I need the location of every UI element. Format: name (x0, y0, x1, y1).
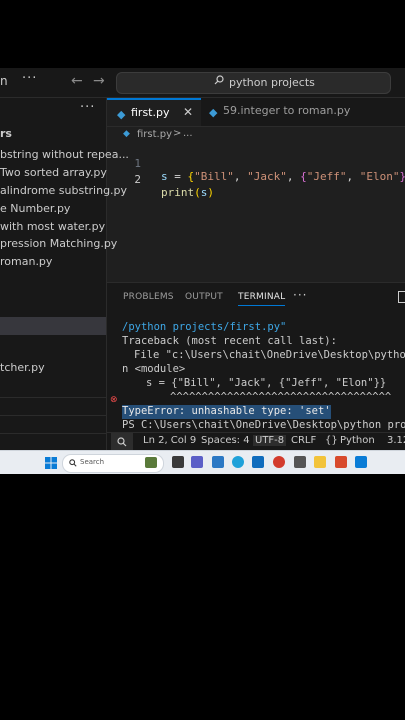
vscode-window: n ··· ← → python projects ··· rs bstring… (0, 68, 405, 474)
python-version[interactable]: 3.12.0 (387, 435, 405, 446)
panel-more-icon[interactable]: ··· (293, 288, 307, 302)
terminal-line: ^^^^^^^^^^^^^^^^^^^^^^^^^^^^^^^^^^^ (170, 391, 392, 403)
app-icon[interactable] (294, 456, 306, 468)
editor-tabs: ◆ first.py ✕ ◆ 59.integer to roman.py (107, 98, 405, 127)
breadcrumb-separator: > (173, 128, 182, 139)
file-item[interactable]: with most water.py (0, 220, 105, 233)
indentation[interactable]: Spaces: 4 (201, 435, 250, 446)
teams-icon[interactable] (191, 456, 203, 468)
chrome-icon[interactable] (273, 456, 285, 468)
code-text-line-2: print(s) (161, 186, 214, 199)
tab-label: 59.integer to roman.py (223, 104, 351, 117)
explorer-heading: rs (0, 127, 12, 140)
breadcrumb-more[interactable]: ... (183, 128, 193, 139)
more-menu-icon[interactable]: ··· (22, 71, 37, 86)
search-icon (69, 459, 77, 467)
tab-output[interactable]: OUTPUT (185, 292, 223, 302)
line-number: 2 (134, 173, 141, 186)
search-highlight-icon (145, 457, 157, 468)
error-decoration-icon: ⊗ (110, 395, 118, 405)
tab-integer-to-roman[interactable]: ◆ 59.integer to roman.py (201, 98, 405, 126)
task-view-icon[interactable] (172, 456, 184, 468)
error-message: TypeError: unhashable type: 'set' (122, 405, 331, 419)
terminal-line: /python projects/first.py" (122, 321, 287, 333)
menu-fragment[interactable]: n (0, 74, 8, 88)
bottom-panel: PROBLEMS OUTPUT TERMINAL ··· /python pro… (107, 282, 405, 451)
close-icon[interactable]: ✕ (183, 105, 193, 119)
terminal-line: Traceback (most recent call last): (122, 335, 337, 347)
file-item[interactable]: e Number.py (0, 202, 70, 215)
file-item[interactable]: roman.py (0, 255, 52, 268)
terminal-prompt: PS C:\Users\chait\OneDrive\Desktop\pytho… (122, 419, 405, 431)
close-panel-icon[interactable] (398, 291, 405, 303)
sidebar-divider (0, 397, 106, 398)
terminal-line: n <module> (122, 363, 186, 375)
encoding[interactable]: UTF-8 (253, 435, 287, 446)
language-mode[interactable]: Python (340, 435, 375, 446)
tab-problems[interactable]: PROBLEMS (123, 292, 174, 302)
windows-start-icon[interactable] (45, 457, 57, 469)
vscode-icon[interactable] (355, 456, 367, 468)
code-line: 2 print(s) (107, 160, 405, 199)
line-ending[interactable]: CRLF (291, 435, 316, 446)
sidebar-divider (0, 433, 106, 434)
windows-taskbar: Search (0, 450, 405, 474)
store-icon[interactable] (252, 456, 264, 468)
back-arrow-icon[interactable]: ← (71, 73, 83, 89)
python-file-icon: ◆ (209, 106, 218, 119)
forward-arrow-icon[interactable]: → (93, 73, 105, 89)
search-text: python projects (229, 76, 315, 89)
terminal-line: s = {"Bill", "Jack", {"Jeff", "Elon"}} (146, 377, 387, 389)
explorer-sidebar: ··· rs bstring without repea... Two sort… (0, 98, 129, 450)
file-item[interactable]: pression Matching.py (0, 237, 117, 250)
search-icon (214, 75, 224, 85)
title-bar: n ··· ← → python projects (0, 68, 405, 98)
edge-icon[interactable] (232, 456, 244, 468)
sidebar-divider (0, 415, 106, 416)
selected-file-row[interactable] (0, 317, 106, 335)
file-item[interactable]: Two sorted array.py (0, 166, 107, 179)
sidebar-more-icon[interactable]: ··· (80, 100, 95, 115)
tab-terminal[interactable]: TERMINAL (238, 292, 286, 306)
widgets-icon[interactable] (212, 456, 224, 468)
tab-label: first.py (131, 106, 170, 119)
braces-icon: {} (325, 435, 338, 446)
terminal-line: File "c:\Users\chait\OneDrive\Desktop\py… (134, 349, 405, 361)
python-file-icon: ◆ (117, 108, 126, 121)
breadcrumb-file[interactable]: first.py (137, 129, 172, 140)
python-file-icon: ◆ (123, 129, 130, 139)
tab-first-py[interactable]: ◆ first.py ✕ (107, 98, 201, 126)
code-line: 1 s = {"Bill", "Jack", {"Jeff", "Elon"}} (107, 144, 405, 183)
status-bar: Ln 2, Col 9 Spaces: 4 UTF-8 CRLF {} Pyth… (107, 432, 405, 451)
zoom-button[interactable] (111, 433, 133, 451)
file-explorer-icon[interactable] (314, 456, 326, 468)
brave-icon[interactable] (335, 456, 347, 468)
taskbar-search-label: Search (80, 458, 105, 466)
zoom-icon (117, 437, 127, 447)
taskbar-search[interactable]: Search (62, 454, 164, 473)
command-center-search[interactable]: python projects (116, 72, 391, 94)
cursor-position[interactable]: Ln 2, Col 9 (143, 435, 196, 446)
file-item[interactable]: tcher.py (0, 361, 45, 374)
